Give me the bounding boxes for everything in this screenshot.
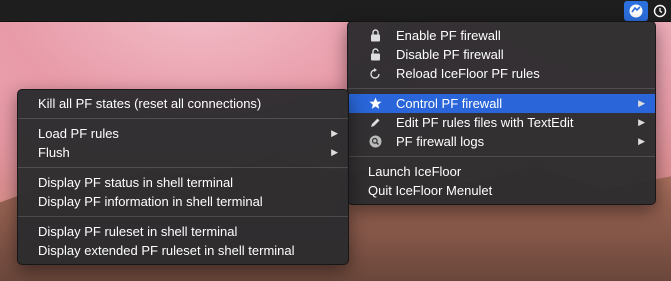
menu-separator [348, 156, 655, 157]
menu-item-label: Display PF status in shell terminal [38, 175, 234, 190]
submenu-item-status-terminal[interactable]: Display PF status in shell terminal [18, 173, 348, 192]
menu-item-label: Kill all PF states (reset all connection… [38, 96, 262, 111]
menu-separator [18, 118, 348, 119]
submenu-arrow-icon: ▶ [638, 117, 645, 127]
lock-closed-icon [368, 26, 382, 45]
submenu-arrow-icon: ▶ [331, 128, 338, 138]
submenu-arrow-icon: ▶ [638, 136, 645, 146]
submenu-item-info-terminal[interactable]: Display PF information in shell terminal [18, 192, 348, 211]
menu-item-edit-rules[interactable]: Edit PF rules files with TextEdit ▶ [348, 113, 655, 132]
lock-open-icon [368, 45, 382, 64]
menu-item-reload-rules[interactable]: Reload IceFloor PF rules [348, 64, 655, 83]
icefloor-menulet-icon[interactable] [624, 1, 648, 21]
submenu-arrow-icon: ▶ [638, 98, 645, 108]
menu-item-label: Launch IceFloor [368, 164, 462, 179]
submenu-item-extended-ruleset-terminal[interactable]: Display extended PF ruleset in shell ter… [18, 241, 348, 260]
menu-item-label: PF firewall logs [396, 134, 485, 149]
menu-item-label: Load PF rules [38, 126, 119, 141]
star-icon [368, 94, 382, 113]
menu-item-enable-pf[interactable]: Enable PF firewall [348, 26, 655, 45]
menu-item-pf-logs[interactable]: PF firewall logs ▶ [348, 132, 655, 151]
submenu-item-ruleset-terminal[interactable]: Display PF ruleset in shell terminal [18, 222, 348, 241]
menu-item-disable-pf[interactable]: Disable PF firewall [348, 45, 655, 64]
icefloor-menu: Enable PF firewall Disable PF firewall R… [347, 21, 656, 205]
menu-item-label: Control PF firewall [396, 96, 503, 111]
menu-item-label: Display PF information in shell terminal [38, 194, 263, 209]
pencil-icon [368, 113, 382, 132]
menu-item-label: Quit IceFloor Menulet [368, 183, 493, 198]
menu-item-label: Disable PF firewall [396, 47, 504, 62]
menu-item-label: Enable PF firewall [396, 28, 501, 43]
menu-bar [0, 0, 671, 22]
submenu-arrow-icon: ▶ [331, 147, 338, 157]
time-machine-icon[interactable] [648, 1, 671, 21]
control-pf-submenu: Kill all PF states (reset all connection… [17, 89, 349, 265]
menu-item-label: Display extended PF ruleset in shell ter… [38, 243, 295, 258]
menu-separator [18, 167, 348, 168]
menu-item-control-pf[interactable]: Control PF firewall ▶ [348, 94, 655, 113]
menu-item-label: Flush [38, 145, 70, 160]
submenu-item-kill-states[interactable]: Kill all PF states (reset all connection… [18, 94, 348, 113]
menu-item-label: Edit PF rules files with TextEdit [396, 115, 574, 130]
submenu-item-flush[interactable]: Flush ▶ [18, 143, 348, 162]
magnifier-icon [368, 132, 382, 151]
reload-icon [368, 64, 382, 83]
menu-item-launch-icefloor[interactable]: Launch IceFloor [348, 162, 655, 181]
submenu-item-load-rules[interactable]: Load PF rules ▶ [18, 124, 348, 143]
menu-separator [18, 216, 348, 217]
menu-item-quit-menulet[interactable]: Quit IceFloor Menulet [348, 181, 655, 200]
menu-item-label: Display PF ruleset in shell terminal [38, 224, 238, 239]
menu-item-label: Reload IceFloor PF rules [396, 66, 540, 81]
menu-separator [348, 88, 655, 89]
